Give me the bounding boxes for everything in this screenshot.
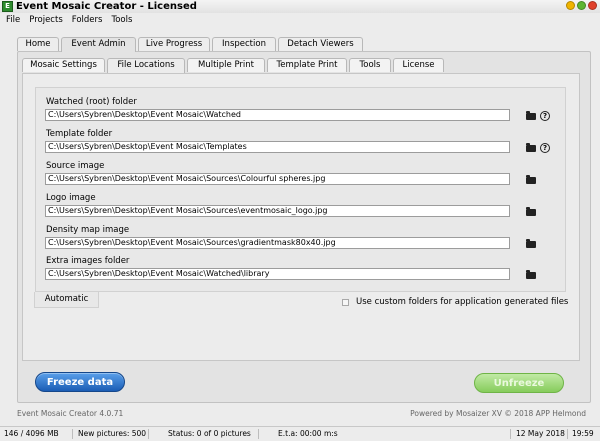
status-time: 19:59	[572, 429, 594, 438]
custom-folders-checkbox[interactable]	[342, 299, 349, 306]
close-button[interactable]	[588, 1, 597, 10]
source-image-label: Source image	[46, 161, 105, 171]
tab-home[interactable]: Home	[17, 37, 59, 51]
tab-inspection[interactable]: Inspection	[212, 37, 276, 51]
extra-images-label: Extra images folder	[46, 256, 130, 266]
browse-folder-icon[interactable]	[526, 270, 536, 279]
watched-folder-label: Watched (root) folder	[46, 97, 137, 107]
menu-folders[interactable]: Folders	[72, 15, 103, 25]
tab-file-locations[interactable]: File Locations	[107, 58, 185, 73]
tab-live-progress[interactable]: Live Progress	[138, 37, 210, 51]
tab-mosaic-settings[interactable]: Mosaic Settings	[22, 58, 105, 72]
custom-folders-label: Use custom folders for application gener…	[356, 297, 569, 307]
window-title: Event Mosaic Creator - Licensed	[16, 1, 197, 12]
minimize-button[interactable]	[566, 1, 575, 10]
powered-by-label: Powered by Mosaizer XV © 2018 APP Helmon…	[410, 409, 586, 418]
main-tab-bar: Home Event Admin Live Progress Inspectio…	[17, 37, 365, 52]
status-separator	[258, 429, 259, 439]
status-separator	[72, 429, 73, 439]
menu-file[interactable]: File	[6, 15, 20, 25]
help-icon[interactable]: ?	[540, 143, 550, 153]
status-separator	[148, 429, 149, 439]
title-bar: E Event Mosaic Creator - Licensed	[0, 0, 600, 13]
menu-projects[interactable]: Projects	[29, 15, 63, 25]
status-separator	[510, 429, 511, 439]
browse-folder-icon[interactable]	[526, 239, 536, 248]
density-map-input[interactable]: C:\Users\Sybren\Desktop\Event Mosaic\Sou…	[45, 237, 510, 249]
status-eta: E.t.a: 00:00 m:s	[278, 429, 338, 438]
sub-tab-bar: Mosaic Settings File Locations Multiple …	[22, 58, 446, 73]
browse-folder-icon[interactable]	[526, 143, 536, 152]
menu-tools[interactable]: Tools	[111, 15, 132, 25]
watched-folder-input[interactable]: C:\Users\Sybren\Desktop\Event Mosaic\Wat…	[45, 109, 510, 121]
tab-multiple-print[interactable]: Multiple Print	[187, 58, 265, 72]
logo-image-input[interactable]: C:\Users\Sybren\Desktop\Event Mosaic\Sou…	[45, 205, 510, 217]
status-new-pictures: New pictures: 500	[78, 429, 147, 438]
tab-event-admin[interactable]: Event Admin	[61, 37, 136, 52]
browse-folder-icon[interactable]	[526, 111, 536, 120]
freeze-data-button[interactable]: Freeze data	[35, 372, 125, 392]
tab-tools[interactable]: Tools	[349, 58, 391, 72]
tab-license[interactable]: License	[393, 58, 444, 72]
tab-template-print[interactable]: Template Print	[267, 58, 347, 72]
template-folder-label: Template folder	[46, 129, 113, 139]
browse-folder-icon[interactable]	[526, 175, 536, 184]
density-map-label: Density map image	[46, 225, 130, 235]
status-date: 12 May 2018	[516, 429, 565, 438]
extra-images-input[interactable]: C:\Users\Sybren\Desktop\Event Mosaic\Wat…	[45, 268, 510, 280]
unfreeze-button[interactable]: Unfreeze	[474, 373, 564, 393]
source-image-input[interactable]: C:\Users\Sybren\Desktop\Event Mosaic\Sou…	[45, 173, 510, 185]
automatic-tab[interactable]: Automatic	[34, 292, 99, 308]
status-bar: 146 / 4096 MB New pictures: 500 Status: …	[0, 426, 600, 441]
status-pictures: Status: 0 of 0 pictures	[168, 429, 251, 438]
help-icon[interactable]: ?	[540, 111, 550, 121]
version-label: Event Mosaic Creator 4.0.71	[17, 409, 124, 418]
menu-bar: File Projects Folders Tools	[0, 13, 600, 27]
maximize-button[interactable]	[577, 1, 586, 10]
tab-detach-viewers[interactable]: Detach Viewers	[278, 37, 363, 51]
template-folder-input[interactable]: C:\Users\Sybren\Desktop\Event Mosaic\Tem…	[45, 141, 510, 153]
browse-folder-icon[interactable]	[526, 207, 536, 216]
app-icon: E	[2, 1, 13, 12]
logo-image-label: Logo image	[46, 193, 96, 203]
status-memory: 146 / 4096 MB	[4, 429, 59, 438]
status-separator	[567, 429, 568, 439]
